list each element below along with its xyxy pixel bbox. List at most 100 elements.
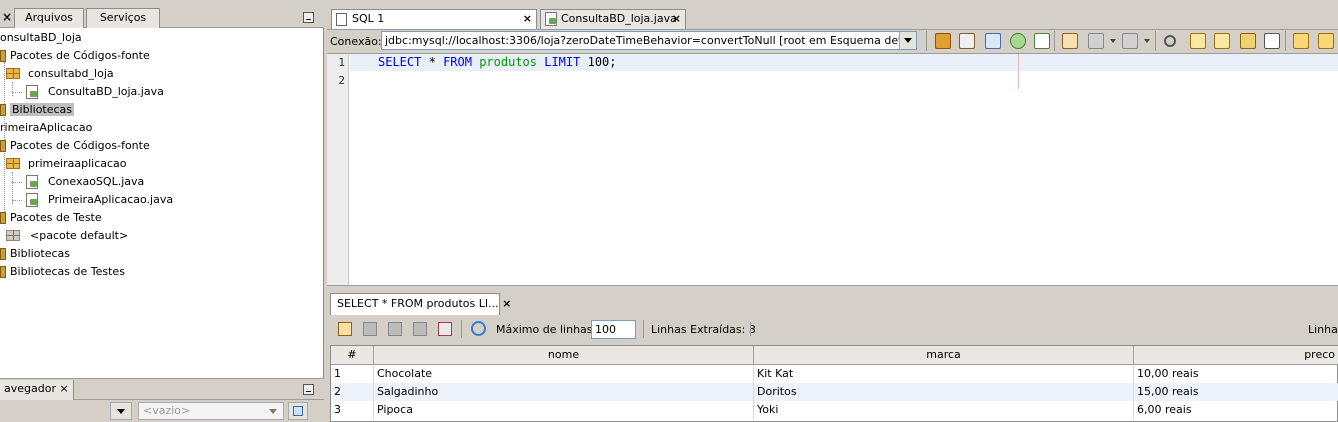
chevron-down-icon[interactable] — [1144, 39, 1150, 43]
tab-consultabd-java[interactable]: ConsultaBD_loja.java × — [540, 9, 686, 29]
tab-label: SELECT * FROM produtos LI... — [337, 297, 499, 310]
sql-keyword: LIMIT — [544, 55, 581, 69]
new-icon[interactable] — [1034, 33, 1050, 49]
tree-item-test-libraries[interactable]: Bibliotecas de Testes — [0, 263, 125, 281]
filter-placeholder: <vazio> — [143, 404, 191, 417]
tab-arquivos[interactable]: Arquivos — [14, 8, 84, 28]
folder-icon — [0, 50, 6, 62]
connection-select[interactable]: jdbc:mysql://localhost:3306/loja?zeroDat… — [381, 31, 917, 50]
minimize-button[interactable] — [303, 384, 314, 395]
cell-nome[interactable]: Salgadinho — [374, 383, 754, 401]
close-icon[interactable]: × — [2, 10, 12, 24]
package-icon — [6, 68, 20, 79]
connection-value: jdbc:mysql://localhost:3306/loja?zeroDat… — [385, 34, 917, 47]
navigator-filter-select[interactable]: <vazio> — [138, 402, 284, 420]
tree-item-label: <pacote default> — [30, 229, 129, 242]
column-header-preco[interactable]: preco — [1134, 346, 1338, 365]
chevron-down-icon[interactable] — [899, 32, 916, 49]
commit-record-icon[interactable] — [388, 322, 402, 336]
history-icon[interactable] — [985, 33, 1001, 49]
table-row[interactable]: 1 Chocolate Kit Kat 10,00 reais — [331, 365, 1338, 383]
commit-icon[interactable] — [1088, 33, 1104, 49]
column-header-label: marca — [926, 348, 961, 361]
tree-item-label: Pacotes de Códigos-fonte — [10, 49, 150, 62]
previous-bookmark-icon[interactable] — [1293, 33, 1309, 49]
row-index: 1 — [331, 365, 374, 383]
tree-item-label: rimeiraAplicacao — [0, 121, 93, 134]
max-rows-value: 100 — [595, 323, 616, 336]
navigator-settings-button[interactable] — [288, 402, 308, 420]
cell-nome[interactable]: Pipoca — [374, 401, 754, 419]
toggle-highlight-icon[interactable] — [1240, 33, 1256, 49]
tree-item-java-file[interactable]: ConsultaBD_loja.java — [26, 83, 164, 101]
navigator-member-dropdown[interactable] — [110, 402, 132, 420]
cell-marca[interactable]: Yoki — [754, 401, 1134, 419]
close-icon[interactable]: × — [59, 382, 68, 395]
tree-item-label: Pacotes de Teste — [10, 211, 102, 224]
package-icon — [6, 230, 20, 241]
run-sql-icon[interactable] — [935, 33, 951, 49]
column-header-marca[interactable]: marca — [754, 346, 1134, 365]
navigator-tabbar: avegador × — [0, 378, 324, 400]
tree-item-label: PrimeiraAplicacao.java — [48, 193, 174, 206]
column-header-index[interactable]: # — [331, 346, 374, 365]
find-previous-icon[interactable] — [1190, 33, 1206, 49]
tree-item-java-file[interactable]: ConexaoSQL.java — [26, 173, 144, 191]
tree-item-package[interactable]: consultabd_loja — [6, 65, 114, 83]
tree-item-label: Bibliotecas — [10, 103, 75, 116]
tree-item-libraries[interactable]: Bibliotecas — [0, 245, 70, 263]
close-icon[interactable]: × — [523, 10, 532, 28]
delete-record-icon[interactable] — [363, 322, 377, 336]
minimize-button[interactable] — [303, 12, 314, 23]
tree-item-test-packages[interactable]: Pacotes de Teste — [0, 209, 102, 227]
max-rows-input[interactable]: 100 — [591, 320, 636, 339]
cancel-edits-icon[interactable] — [413, 322, 427, 336]
tree-item-libraries[interactable]: Bibliotecas — [0, 101, 75, 119]
run-statement-icon[interactable] — [959, 33, 975, 49]
tree-item-default-package[interactable]: <pacote default> — [6, 227, 128, 245]
cell-preco[interactable]: 15,00 reais — [1134, 383, 1338, 401]
sql-editor[interactable] — [327, 53, 1338, 285]
tab-label: avegador — [4, 382, 56, 395]
tab-results[interactable]: SELECT * FROM produtos LI... × — [330, 293, 511, 315]
chevron-down-icon[interactable] — [1110, 39, 1116, 43]
search-icon[interactable] — [1164, 35, 1176, 47]
tree-item-source-packages[interactable]: Pacotes de Códigos-fonte — [0, 47, 150, 65]
table-row[interactable]: 3 Pipoca Yoki 6,00 reais — [331, 401, 1338, 419]
folder-icon — [0, 140, 6, 152]
cell-marca[interactable]: Doritos — [754, 383, 1134, 401]
tree-item-project[interactable]: rimeiraAplicacao — [0, 119, 92, 137]
cell-nome[interactable]: Chocolate — [374, 365, 754, 383]
table-row[interactable]: 2 Salgadinho Doritos 15,00 reais — [331, 383, 1338, 401]
toggle-rect-select-icon[interactable] — [1264, 33, 1280, 49]
cell-preco[interactable]: 6,00 reais — [1134, 401, 1338, 419]
sql-line-1[interactable]: SELECT * FROM produtos LIMIT 100; — [378, 55, 617, 69]
tree-item-project[interactable]: onsultaBD_loja — [0, 29, 82, 47]
tab-sql-1[interactable]: SQL 1 [jdbc:mysql://localhost:33...] × — [331, 9, 537, 43]
cell-preco[interactable]: 10,00 reais — [1134, 365, 1338, 383]
tab-navigator[interactable]: avegador × — [0, 380, 74, 400]
tab-label: ConsultaBD_loja.java — [561, 12, 677, 25]
max-rows-label: Máximo de linhas: — [496, 323, 597, 336]
tree-item-source-packages[interactable]: Pacotes de Códigos-fonte — [0, 137, 150, 155]
tree-item-package[interactable]: primeiraaplicacao — [6, 155, 127, 173]
insert-record-icon[interactable] — [338, 322, 352, 336]
next-bookmark-icon[interactable] — [1318, 33, 1334, 49]
tab-servicos[interactable]: Serviços — [86, 8, 160, 28]
close-icon[interactable]: × — [672, 10, 681, 28]
line-number: 2 — [338, 74, 345, 87]
find-next-icon[interactable] — [1214, 33, 1230, 49]
tree-item-label: ConsultaBD_loja.java — [48, 85, 164, 98]
column-header-nome[interactable]: nome — [374, 346, 754, 365]
rollback-icon[interactable] — [1122, 33, 1138, 49]
refresh-icon[interactable] — [1010, 33, 1026, 49]
tree-item-label: primeiraaplicacao — [28, 157, 127, 170]
package-icon — [6, 158, 20, 169]
library-icon — [0, 266, 6, 278]
refresh-icon[interactable] — [471, 321, 486, 336]
cell-marca[interactable]: Kit Kat — [754, 365, 1134, 383]
back-icon[interactable] — [1062, 33, 1078, 49]
tree-item-java-file[interactable]: PrimeiraAplicacao.java — [26, 191, 173, 209]
close-icon[interactable]: × — [502, 297, 511, 310]
truncate-table-icon[interactable] — [438, 322, 452, 336]
